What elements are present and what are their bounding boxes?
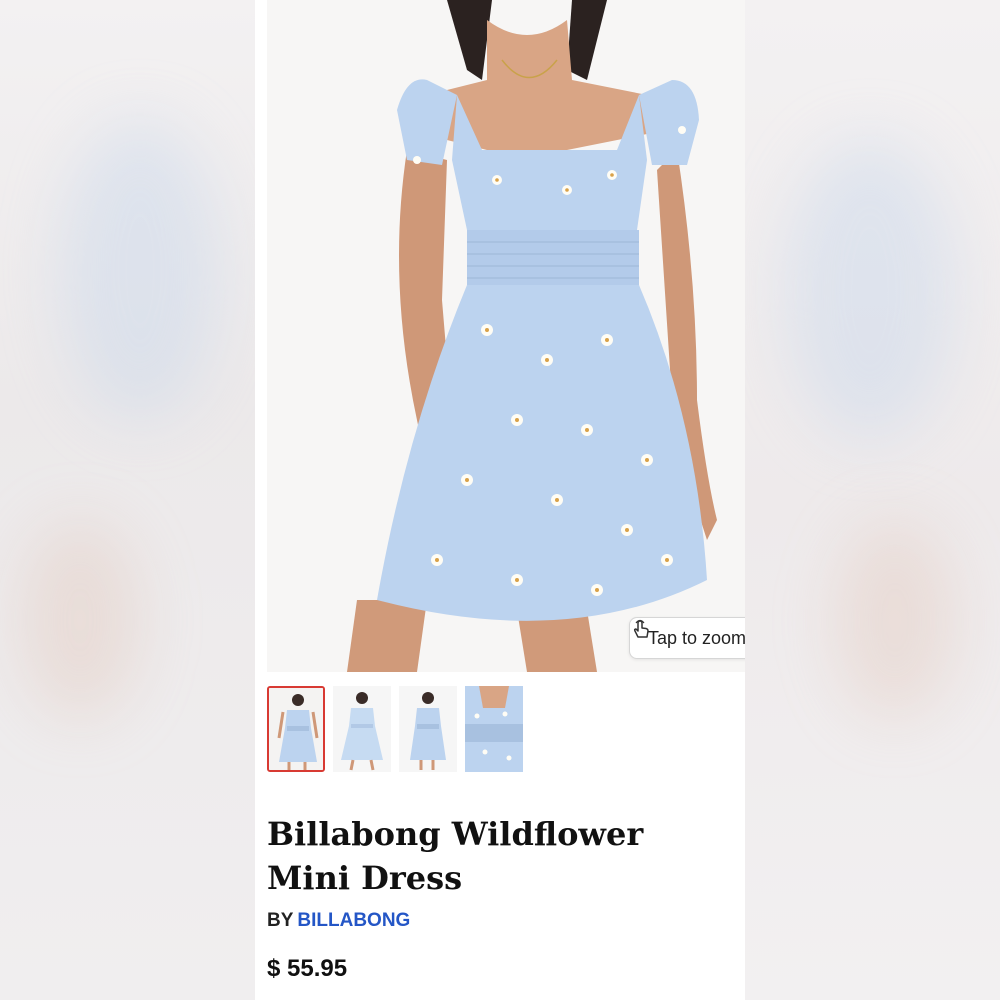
product-price: $ 55.95 <box>267 955 348 982</box>
blurred-backdrop-left <box>0 0 255 1000</box>
blurred-backdrop-right <box>745 0 1000 1000</box>
brand-byline: BY BILLABONG <box>267 910 410 932</box>
thumbnail-back[interactable] <box>333 686 391 772</box>
tap-to-zoom-label: Tap to zoom <box>648 627 745 648</box>
product-hero-image[interactable]: Tap to zoom <box>267 0 745 672</box>
thumbnail-detail[interactable] <box>465 686 523 772</box>
thumbnail-front[interactable] <box>267 686 325 772</box>
brand-link[interactable]: BILLABONG <box>297 910 410 931</box>
tap-to-zoom-button[interactable]: Tap to zoom <box>629 617 745 659</box>
product-title: Billabong Wildflower Mini Dress <box>267 815 644 897</box>
product-page: Tap to zoom Billabong Wildflower Mini Dr… <box>255 0 745 1000</box>
dress-photo <box>267 0 745 672</box>
thumbnail-strip <box>267 686 745 776</box>
by-label: BY <box>267 910 294 931</box>
thumbnail-front-alt[interactable] <box>399 686 457 772</box>
